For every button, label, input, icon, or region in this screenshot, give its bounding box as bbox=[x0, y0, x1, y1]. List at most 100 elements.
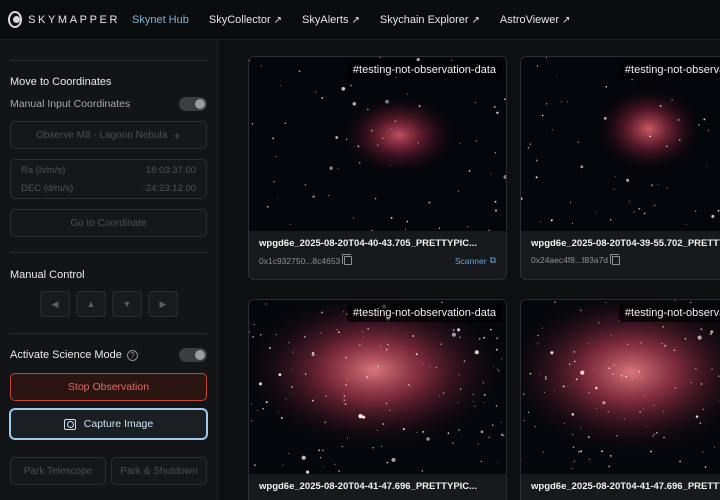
star bbox=[697, 123, 700, 126]
park-telescope-label: Park Telescope bbox=[23, 465, 93, 477]
star bbox=[580, 309, 582, 312]
star bbox=[695, 210, 697, 212]
star bbox=[275, 334, 277, 336]
star bbox=[644, 395, 646, 397]
star bbox=[376, 429, 378, 431]
scanner-link[interactable]: Scanner ⧉ bbox=[455, 255, 496, 266]
image-filename[interactable]: wpgd6e_2025-08-20T04-41-47.696_PRETTYPIC… bbox=[531, 481, 720, 492]
star bbox=[504, 98, 506, 101]
move-down-button[interactable]: ▼ bbox=[112, 291, 142, 317]
external-link-icon: ↗ bbox=[273, 14, 283, 26]
star bbox=[477, 443, 479, 445]
nav-astroviewer-label: AstroViewer bbox=[499, 13, 560, 26]
star bbox=[685, 224, 687, 226]
science-mode-toggle[interactable] bbox=[179, 348, 207, 362]
star bbox=[361, 415, 366, 419]
move-left-button[interactable]: ◀ bbox=[40, 291, 70, 317]
star bbox=[497, 368, 499, 370]
copy-icon[interactable] bbox=[342, 254, 353, 265]
star bbox=[417, 142, 419, 144]
nebula-thumbnail bbox=[249, 300, 506, 474]
star bbox=[643, 212, 646, 215]
move-to-coordinates-title: Move to Coordinates bbox=[10, 76, 112, 88]
star bbox=[662, 325, 665, 328]
capture-image-button[interactable]: Capture Image bbox=[9, 408, 208, 440]
star bbox=[649, 135, 652, 138]
observation-image[interactable]: #testing-not-observation-data bbox=[521, 300, 720, 474]
star bbox=[324, 421, 327, 424]
observation-image[interactable]: #testing-not-observation-data bbox=[249, 57, 506, 231]
scanner-link-label: Scanner bbox=[454, 255, 487, 266]
help-icon[interactable]: ? bbox=[126, 349, 138, 361]
star bbox=[578, 450, 581, 453]
star bbox=[335, 136, 339, 139]
star bbox=[457, 328, 461, 332]
nav-skynet-hub[interactable]: Skynet Hub bbox=[132, 14, 189, 26]
image-gallery: #testing-not-observation-data wpgd6e_202… bbox=[219, 40, 720, 500]
nav-skychain-explorer[interactable]: Skychain Explorer ↗ bbox=[380, 14, 480, 26]
copy-icon[interactable] bbox=[610, 253, 621, 265]
star bbox=[344, 356, 347, 359]
star bbox=[616, 434, 618, 437]
manual-input-toggle[interactable] bbox=[179, 97, 207, 111]
star bbox=[601, 450, 603, 453]
divider bbox=[10, 60, 207, 61]
star bbox=[390, 128, 392, 130]
image-filename[interactable]: wpgd6e_2025-08-20T04-40-43.705_PRETTYPIC… bbox=[259, 238, 496, 249]
nav-skychain-explorer-label: Skychain Explorer bbox=[379, 13, 469, 26]
nav-astroviewer[interactable]: AstroViewer ↗ bbox=[500, 14, 571, 26]
camera-icon bbox=[63, 418, 76, 430]
star bbox=[258, 382, 263, 386]
star bbox=[312, 195, 315, 198]
go-to-coordinate-button[interactable]: Go to Coordinate bbox=[10, 209, 207, 237]
star bbox=[374, 197, 377, 200]
star bbox=[529, 372, 532, 375]
image-card[interactable]: #testing-not-observation-data wpgd6e_202… bbox=[248, 56, 507, 280]
star bbox=[666, 187, 668, 189]
stop-observation-button[interactable]: Stop Observation bbox=[10, 373, 207, 401]
manual-input-row: Manual Input Coordinates bbox=[10, 97, 207, 111]
image-card[interactable]: #testing-not-observation-data wpgd6e_202… bbox=[520, 299, 720, 500]
star bbox=[645, 426, 647, 428]
star bbox=[708, 129, 710, 131]
star bbox=[490, 173, 492, 175]
observation-image[interactable]: #testing-not-observation-data bbox=[521, 57, 720, 231]
star bbox=[350, 84, 352, 87]
star bbox=[661, 342, 663, 345]
star bbox=[608, 367, 611, 370]
image-card[interactable]: #testing-not-observation-data wpgd6e_202… bbox=[520, 56, 720, 280]
star bbox=[389, 164, 391, 166]
star bbox=[537, 343, 539, 345]
star bbox=[343, 395, 346, 397]
star bbox=[529, 143, 531, 145]
observe-target-button[interactable]: Observe M8 - Lagoon Nebula + bbox=[10, 121, 207, 149]
park-shutdown-button[interactable]: Park & Shutdown bbox=[111, 457, 207, 485]
star bbox=[430, 366, 432, 368]
star bbox=[480, 460, 482, 463]
star bbox=[251, 420, 253, 422]
star bbox=[315, 91, 317, 93]
star bbox=[458, 429, 460, 431]
star bbox=[358, 413, 363, 419]
observation-image[interactable]: #testing-not-observation-data bbox=[249, 300, 506, 474]
star bbox=[463, 360, 466, 362]
star bbox=[573, 460, 575, 462]
star bbox=[605, 301, 607, 304]
nav-skyalerts[interactable]: SkyAlerts ↗ bbox=[302, 14, 360, 26]
star bbox=[607, 410, 609, 413]
move-right-button[interactable]: ▶ bbox=[148, 291, 178, 317]
move-up-button[interactable]: ▲ bbox=[76, 291, 106, 317]
nebula-thumbnail bbox=[249, 57, 506, 231]
star bbox=[366, 376, 369, 379]
star bbox=[572, 446, 575, 448]
brand-logo[interactable]: SKYMAPPER bbox=[8, 11, 120, 28]
star bbox=[362, 331, 364, 333]
star bbox=[588, 391, 590, 394]
nav-skycollector[interactable]: SkyCollector ↗ bbox=[209, 14, 282, 26]
image-filename[interactable]: wpgd6e_2025-08-20T04-41-47.696_PRETTYPIC… bbox=[259, 481, 496, 492]
arrow-right-icon: ▶ bbox=[159, 298, 167, 309]
image-card[interactable]: #testing-not-observation-data wpgd6e_202… bbox=[248, 299, 507, 500]
star bbox=[535, 159, 538, 162]
park-telescope-button[interactable]: Park Telescope bbox=[10, 457, 106, 485]
image-filename[interactable]: wpgd6e_2025-08-20T04-39-55.702_PRETTYPIC… bbox=[531, 238, 720, 249]
